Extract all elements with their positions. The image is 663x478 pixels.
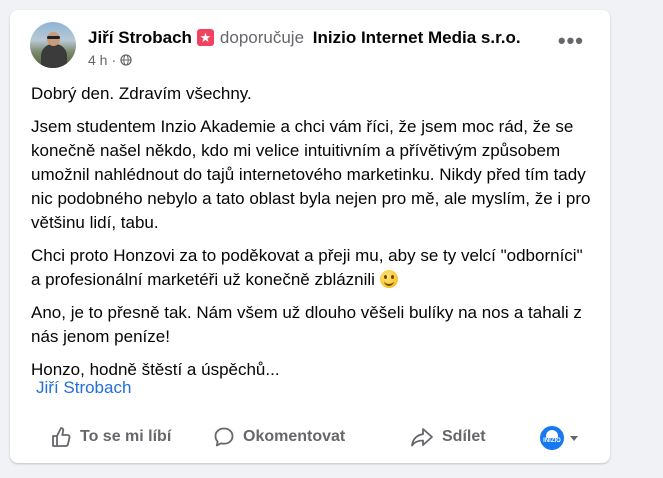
share-button[interactable]: Sdílet (410, 426, 486, 448)
recommend-star-icon: ★ (196, 29, 214, 46)
thumbs-up-icon (52, 427, 71, 447)
more-options-icon[interactable]: ••• (558, 30, 584, 52)
signature-link[interactable]: Jiří Strobach (36, 378, 131, 398)
post-header: Jiří Strobach ★ doporučuje Inizio Internet… (30, 22, 590, 72)
recommends-label: doporučuje (219, 28, 305, 47)
share-label: Sdílet (442, 428, 486, 445)
post-actions: To se mi líbí Okomentovat Sdílet INIZIO (10, 422, 610, 456)
reaction-identity-selector[interactable]: INIZIO (540, 426, 578, 450)
author-name[interactable]: Jiří Strobach (88, 28, 192, 47)
post-body: Dobrý den. Zdravím všechny. Jsem student… (31, 82, 596, 391)
globe-icon[interactable] (120, 54, 132, 66)
page-name-link[interactable]: Inizio Internet Media s.r.o. (313, 28, 521, 47)
smile-emoji-icon (379, 270, 398, 288)
post-time[interactable]: 4 h (88, 52, 107, 68)
post-paragraph: Chci proto Honzovi za to poděkovat a pře… (31, 244, 596, 292)
post-paragraph: Jsem studentem Inzio Akademie a chci vám… (31, 117, 591, 232)
post-card: Jiří Strobach ★ doporučuje Inizio Internet… (10, 10, 610, 463)
comment-button[interactable]: Okomentovat (213, 426, 345, 448)
like-button[interactable]: To se mi líbí (50, 426, 171, 448)
post-paragraph: Ano, je to přesně tak. Nám všem už dlouh… (31, 303, 582, 346)
post-paragraph-text: Chci proto Honzovi za to poděkovat a pře… (31, 246, 583, 289)
comment-bubble-icon (214, 427, 234, 447)
chevron-down-icon (570, 435, 578, 441)
post-paragraph: Dobrý den. Zdravím všechny. (31, 84, 252, 103)
author-avatar[interactable] (30, 22, 76, 68)
comment-label: Okomentovat (243, 428, 346, 445)
post-meta: 4 h · (88, 52, 132, 68)
post-title-line: Jiří Strobach ★ doporučuje Inizio Internet… (88, 28, 521, 48)
page-avatar: INIZIO (540, 426, 564, 450)
like-label: To se mi líbí (80, 428, 172, 445)
meta-separator: · (111, 52, 117, 68)
share-arrow-icon (411, 428, 433, 447)
